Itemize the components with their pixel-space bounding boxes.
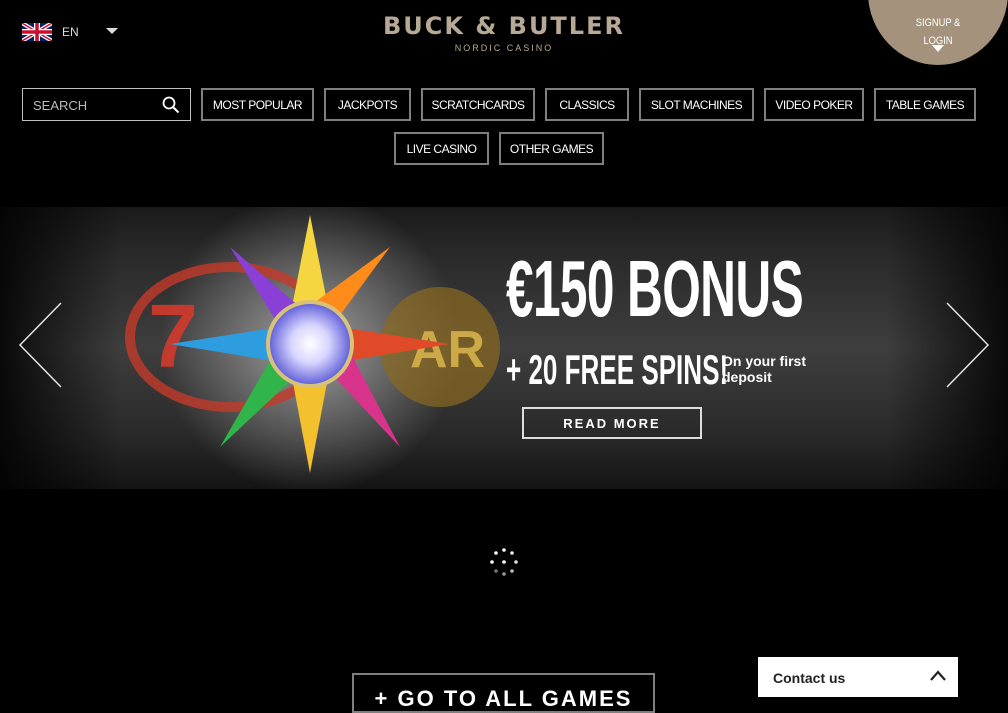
- arrow-right-icon[interactable]: [946, 302, 990, 388]
- category-other-games[interactable]: OTHER GAMES: [499, 132, 604, 165]
- category-live-casino[interactable]: LIVE CASINO: [394, 132, 489, 165]
- category-table-games[interactable]: TABLE GAMES: [874, 88, 976, 121]
- banner-vignette: [0, 207, 1008, 489]
- brand-subtitle: NORDIC CASINO: [454, 43, 554, 53]
- bonus-spins: + 20 FREE SPINS!: [506, 346, 729, 393]
- chevron-up-icon[interactable]: [930, 669, 946, 683]
- signup-label-line1: SIGNUP &: [915, 17, 961, 29]
- go-to-all-games-button[interactable]: + GO TO ALL GAMES: [352, 673, 655, 713]
- search-icon[interactable]: [162, 96, 180, 114]
- loading-spinner-icon: [490, 548, 518, 576]
- read-more-button[interactable]: READ MORE: [522, 407, 702, 439]
- uk-flag-icon: [22, 23, 52, 41]
- language-code: EN: [62, 25, 79, 39]
- category-most-popular[interactable]: MOST POPULAR: [201, 88, 314, 121]
- header: EN BUCK & BUTLER NORDIC CASINO SIGNUP & …: [0, 0, 1008, 80]
- signup-login-button[interactable]: SIGNUP & LOGIN: [868, 0, 1008, 65]
- contact-us-label: Contact us: [773, 670, 846, 686]
- chevron-down-icon: [106, 28, 118, 34]
- bonus-note: On your first deposit: [722, 353, 807, 385]
- search-input[interactable]: [33, 95, 153, 115]
- language-selector[interactable]: EN: [22, 22, 122, 42]
- brand-logo[interactable]: BUCK & BUTLER NORDIC CASINO: [364, 12, 644, 53]
- category-classics[interactable]: CLASSICS: [545, 88, 629, 121]
- category-jackpots[interactable]: JACKPOTS: [324, 88, 411, 121]
- contact-us-widget[interactable]: Contact us: [758, 657, 958, 697]
- search-box: [22, 88, 191, 121]
- chevron-down-icon: [932, 45, 944, 52]
- game-category-nav: MOST POPULAR JACKPOTS SCRATCHCARDS CLASS…: [0, 88, 1008, 168]
- arrow-left-icon[interactable]: [18, 302, 62, 388]
- category-video-poker[interactable]: VIDEO POKER: [764, 88, 864, 121]
- category-scratchcards[interactable]: SCRATCHCARDS: [421, 88, 535, 121]
- category-slot-machines[interactable]: SLOT MACHINES: [639, 88, 754, 121]
- brand-name: BUCK & BUTLER: [383, 12, 625, 40]
- promo-banner[interactable]: 7 AR €150 BONUS + 20 FREE SPINS! On your…: [0, 207, 1008, 489]
- bonus-title: €150 BONUS: [506, 244, 804, 333]
